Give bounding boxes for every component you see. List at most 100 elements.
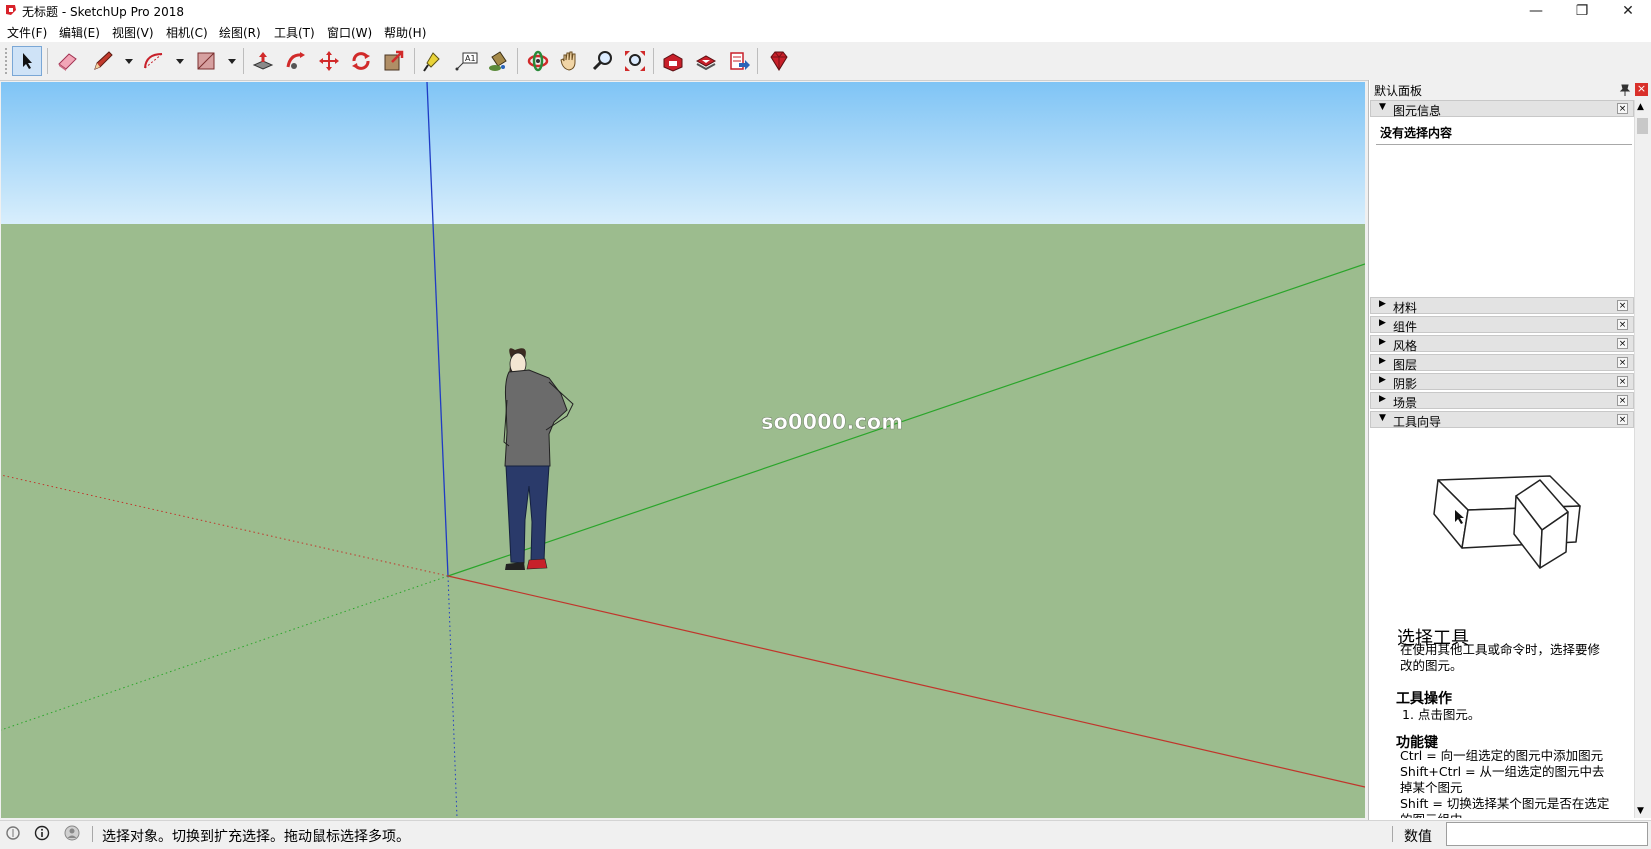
paint-bucket-tool-button[interactable] bbox=[483, 46, 513, 76]
tape-measure-tool-button[interactable] bbox=[418, 46, 448, 76]
move-tool-button[interactable] bbox=[314, 46, 344, 76]
instructor-description: 在使用其他工具或命令时，选择要修改的图元。 bbox=[1400, 642, 1601, 673]
extension-warehouse-button[interactable] bbox=[691, 46, 721, 76]
scale-icon bbox=[384, 50, 404, 71]
push-pull-tool-button[interactable] bbox=[248, 46, 278, 76]
panel-layers-header[interactable]: ▶ 图层 × bbox=[1370, 354, 1634, 372]
collapsed-triangle-icon: ▶ bbox=[1379, 394, 1386, 404]
expanded-triangle-icon: ▼ bbox=[1379, 413, 1386, 423]
scale-tool-button[interactable] bbox=[379, 46, 409, 76]
panel-close-icon[interactable]: × bbox=[1617, 338, 1628, 349]
panel-close-icon[interactable]: × bbox=[1617, 395, 1628, 406]
eraser-tool-button[interactable] bbox=[52, 46, 82, 76]
panel-instructor-header[interactable]: ▼ 工具向导 × bbox=[1370, 411, 1634, 429]
panel-close-icon[interactable]: × bbox=[1617, 414, 1628, 425]
credits-info-icon[interactable] bbox=[34, 825, 50, 841]
text-label-icon: A1 bbox=[455, 52, 478, 71]
panel-styles-header[interactable]: ▶ 风格 × bbox=[1370, 335, 1634, 353]
menu-view[interactable]: 视图(V) bbox=[112, 24, 154, 41]
collapsed-triangle-icon: ▶ bbox=[1379, 337, 1386, 347]
entity-info-content: 没有选择内容 bbox=[1380, 126, 1453, 140]
instructor-house-illustration bbox=[1433, 475, 1581, 569]
menu-help[interactable]: 帮助(H) bbox=[384, 24, 426, 41]
collapsed-triangle-icon: ▶ bbox=[1379, 299, 1386, 309]
tape-measure-icon bbox=[423, 52, 440, 72]
scroll-down-icon[interactable]: ▼ bbox=[1637, 806, 1644, 816]
panel-layers-title: 图层 bbox=[1393, 358, 1418, 372]
toolbar-separator bbox=[243, 48, 244, 74]
scroll-up-icon[interactable]: ▲ bbox=[1637, 102, 1644, 112]
menu-camera[interactable]: 相机(C) bbox=[166, 24, 208, 41]
rectangle-tool-button[interactable] bbox=[191, 46, 221, 76]
warehouse-icon bbox=[663, 53, 683, 72]
menu-window[interactable]: 窗口(W) bbox=[327, 24, 372, 41]
modeling-viewport[interactable]: so0000.com bbox=[1, 82, 1365, 818]
panel-close-icon[interactable]: × bbox=[1617, 357, 1628, 368]
select-arrow-icon bbox=[23, 53, 32, 69]
tray-pin-button[interactable] bbox=[1618, 83, 1632, 97]
collapsed-triangle-icon: ▶ bbox=[1379, 375, 1386, 385]
tray-close-button[interactable]: × bbox=[1635, 83, 1648, 96]
arc-tool-dropdown[interactable] bbox=[175, 55, 185, 65]
push-pull-icon bbox=[252, 52, 274, 70]
3d-warehouse-button[interactable] bbox=[658, 46, 688, 76]
chevron-down-icon bbox=[125, 59, 133, 64]
tray-title: 默认面板 bbox=[1374, 84, 1423, 98]
panel-entity-info-header[interactable]: ▼ 图元信息 × bbox=[1370, 100, 1634, 118]
rotate-tool-button[interactable] bbox=[346, 46, 376, 76]
restore-button[interactable]: ❐ bbox=[1559, 0, 1605, 22]
move-icon bbox=[319, 51, 339, 71]
menu-tools[interactable]: 工具(T) bbox=[274, 24, 315, 41]
zoom-tool-button[interactable] bbox=[588, 46, 618, 76]
orbit-icon bbox=[527, 50, 549, 72]
minimize-icon: — bbox=[1529, 3, 1543, 19]
panel-close-icon[interactable]: × bbox=[1617, 103, 1628, 114]
panel-close-icon[interactable]: × bbox=[1617, 319, 1628, 330]
title-bar bbox=[0, 0, 1651, 22]
follow-me-icon bbox=[286, 52, 305, 69]
menu-edit[interactable]: 编辑(E) bbox=[59, 24, 100, 41]
rectangle-tool-dropdown[interactable] bbox=[227, 55, 237, 65]
scrollbar-thumb[interactable] bbox=[1637, 118, 1648, 134]
geo-location-icon[interactable] bbox=[5, 825, 21, 841]
text-tool-button[interactable]: A1 bbox=[451, 46, 481, 76]
orbit-tool-button[interactable] bbox=[523, 46, 553, 76]
instructor-modifier-list: Ctrl = 向一组选定的图元中添加图元 Shift+Ctrl = 从一组选定的… bbox=[1400, 748, 1610, 818]
arc-tool-button[interactable] bbox=[139, 46, 169, 76]
panel-close-icon[interactable]: × bbox=[1617, 300, 1628, 311]
line-tool-dropdown[interactable] bbox=[124, 55, 134, 65]
zoom-extents-tool-button[interactable] bbox=[620, 46, 650, 76]
tray-scrollbar[interactable] bbox=[1634, 100, 1651, 818]
entity-info-divider bbox=[1376, 144, 1632, 145]
ruby-console-button[interactable] bbox=[764, 46, 794, 76]
select-tool-button[interactable] bbox=[12, 46, 42, 76]
share-model-button[interactable] bbox=[724, 46, 754, 76]
panel-components-header[interactable]: ▶ 组件 × bbox=[1370, 316, 1634, 334]
menu-draw[interactable]: 绘图(R) bbox=[219, 24, 261, 41]
panel-shadows-header[interactable]: ▶ 阴影 × bbox=[1370, 373, 1634, 391]
sketchup-logo-icon bbox=[6, 5, 16, 15]
menu-file[interactable]: 文件(F) bbox=[7, 24, 47, 41]
sky bbox=[1, 82, 1365, 224]
close-button[interactable]: ✕ bbox=[1605, 0, 1651, 22]
pencil-line-icon bbox=[94, 51, 113, 70]
toolbar-separator bbox=[653, 48, 654, 74]
panel-shadows-title: 阴影 bbox=[1393, 377, 1418, 391]
follow-me-tool-button[interactable] bbox=[281, 46, 311, 76]
panel-scenes-header[interactable]: ▶ 场景 × bbox=[1370, 392, 1634, 410]
panel-components-title: 组件 bbox=[1393, 320, 1418, 334]
user-account-icon[interactable] bbox=[64, 825, 80, 841]
line-tool-button[interactable] bbox=[88, 46, 118, 76]
toolbar-separator bbox=[517, 48, 518, 74]
rectangle-icon bbox=[197, 52, 215, 70]
svg-text:A1: A1 bbox=[465, 54, 476, 63]
panel-close-icon[interactable]: × bbox=[1617, 376, 1628, 387]
modifier-line: Shift = 切换选择某个图元是否在选定的图元组中 bbox=[1400, 796, 1610, 818]
measurements-input[interactable] bbox=[1446, 822, 1648, 846]
modifier-line: Shift+Ctrl = 从一组选定的图元中去掉某个图元 bbox=[1400, 764, 1605, 795]
panel-materials-header[interactable]: ▶ 材料 × bbox=[1370, 297, 1634, 315]
minimize-button[interactable]: — bbox=[1513, 0, 1559, 22]
pan-tool-button[interactable] bbox=[555, 46, 585, 76]
toolbar-grip[interactable] bbox=[5, 48, 10, 74]
pin-icon bbox=[1619, 84, 1631, 96]
